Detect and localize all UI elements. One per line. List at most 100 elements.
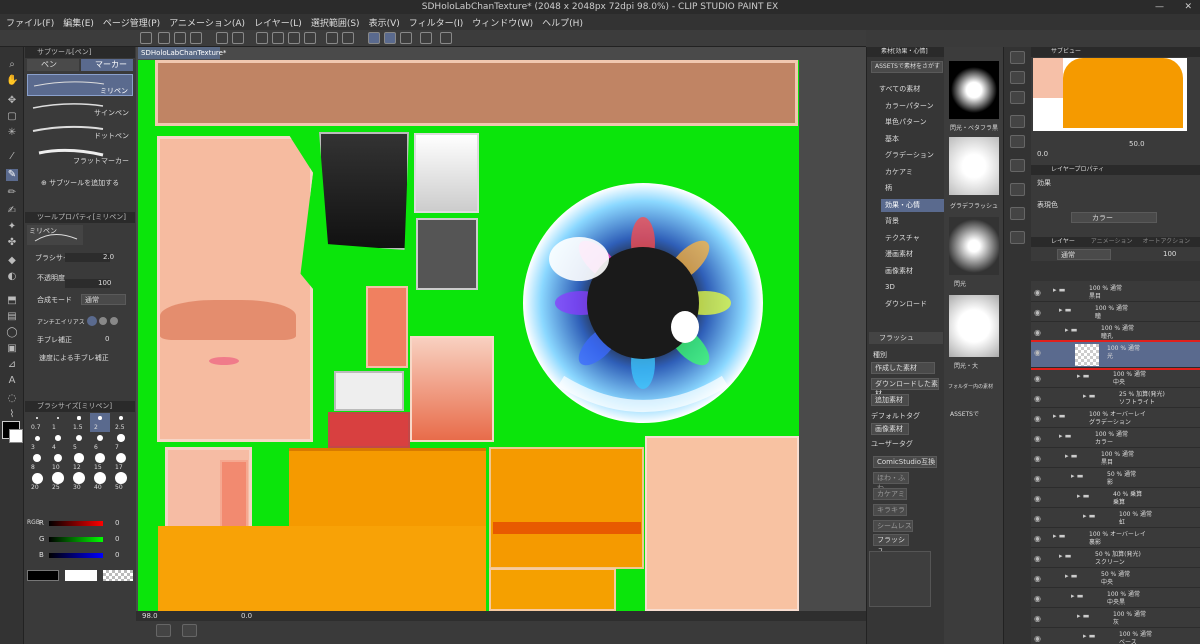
brush-size-option[interactable]: 25 <box>48 472 68 492</box>
layer-row[interactable]: ◉ 50 % 通常 中央 ▸ ▬ <box>1031 568 1200 588</box>
brush-size-option[interactable]: 2 <box>90 413 110 432</box>
minimize-icon[interactable]: — <box>1155 0 1164 14</box>
g-slider[interactable] <box>49 537 103 542</box>
settings-icon[interactable] <box>440 32 452 44</box>
user-tag-flash[interactable]: フラッシュ <box>873 534 909 554</box>
pencil-tool-icon[interactable]: ✏ <box>6 187 18 199</box>
brush-size-option[interactable]: 12 <box>69 453 89 472</box>
user-tag-kakeami[interactable]: カケアミ <box>873 488 907 500</box>
subtool-item-flatmarker[interactable]: フラットマーカー <box>27 143 133 167</box>
expression-color-select[interactable]: カラー <box>1071 212 1157 223</box>
material-tree-item[interactable]: カケアミ <box>881 166 945 179</box>
angle-value[interactable]: 0.0 <box>241 611 252 621</box>
user-tag-comicstudio[interactable]: ComicStudio互換 <box>873 456 937 468</box>
antialias-option[interactable] <box>99 317 107 325</box>
brush-tool-icon[interactable]: ✍ <box>6 205 18 217</box>
navigator-icon[interactable] <box>1010 51 1025 64</box>
texture-canvas[interactable] <box>138 60 799 611</box>
eraser-tool-icon[interactable]: ◆ <box>6 255 18 267</box>
eye-icon[interactable]: ◉ <box>1034 634 1041 643</box>
material-tree-item[interactable]: 背景 <box>881 215 945 228</box>
blend-mode-select[interactable]: 通常 <box>81 294 126 305</box>
brush-size-option[interactable]: 1 <box>48 413 68 432</box>
eye-icon[interactable]: ◉ <box>1034 534 1041 543</box>
zoom-tool-icon[interactable]: ⌕ <box>6 59 18 71</box>
invert-icon[interactable] <box>342 32 354 44</box>
material-tree-item[interactable]: 基本 <box>881 133 945 146</box>
layer-blend-select[interactable]: 通常 <box>1057 249 1111 260</box>
layer-row[interactable]: ◉ 100 % 通常灰 ▸ ▬ <box>1031 608 1200 628</box>
brush-size-option[interactable]: 10 <box>48 453 68 472</box>
tab-marker[interactable]: マーカー <box>81 59 133 71</box>
fill-icon[interactable] <box>288 32 300 44</box>
b-value[interactable]: 0 <box>115 551 119 559</box>
g-value[interactable]: 0 <box>115 535 119 543</box>
material-tree-item[interactable]: 柄 <box>881 182 945 195</box>
user-tag-seamless[interactable]: シームレス <box>873 520 913 532</box>
close-icon[interactable]: ✕ <box>1184 0 1192 14</box>
layer-row[interactable]: ◉ 100 % 通常 黒目 ▸ ▬ <box>1031 282 1200 302</box>
material-tree-item[interactable]: 3D <box>881 281 945 294</box>
new-icon[interactable] <box>158 32 170 44</box>
home-icon[interactable] <box>140 32 152 44</box>
type-downloaded-button[interactable]: ダウンロードした素材 <box>871 378 939 398</box>
auto-action-icon[interactable] <box>1010 135 1025 148</box>
hand-tool-icon[interactable]: ✋ <box>6 75 18 87</box>
menu-view[interactable]: 表示(V) <box>369 16 400 29</box>
material-tree-item[interactable]: 漫画素材 <box>881 248 945 261</box>
speed-stabilization-label[interactable]: 速度による手ブレ補正 <box>39 353 109 363</box>
deselect-icon[interactable] <box>326 32 338 44</box>
assets-search-button[interactable]: ASSETSで素材をさがす <box>871 61 943 73</box>
layer-row[interactable]: ◉ 100 % 通常瞳 ▸ ▬ <box>1031 302 1200 322</box>
brush-size-option[interactable]: 15 <box>90 453 110 472</box>
menu-layer[interactable]: レイヤー(L) <box>254 16 302 29</box>
material-tree-item[interactable]: テクスチャ <box>881 232 945 245</box>
color-history-transparent[interactable] <box>103 570 133 581</box>
r-value[interactable]: 0 <box>115 519 119 527</box>
menu-filter[interactable]: フィルター(I) <box>409 16 464 29</box>
thumb-gradient-flash[interactable] <box>949 137 999 195</box>
brush-size-option[interactable]: 30 <box>69 472 89 492</box>
select-all-icon[interactable] <box>304 32 316 44</box>
opacity-value[interactable]: 100 <box>98 279 111 287</box>
eye-icon[interactable]: ◉ <box>1034 288 1041 297</box>
tag-search-field[interactable]: フラッシュ <box>869 332 943 344</box>
layer-row[interactable]: ◉ 100 % 通常 ベース ▸ ▬ <box>1031 628 1200 644</box>
clear-icon[interactable] <box>256 32 268 44</box>
subview-zoom[interactable]: 50.0 <box>1129 140 1145 148</box>
tab-layer[interactable]: レイヤー <box>1051 238 1075 245</box>
brush-size-option[interactable]: 4 <box>48 433 68 452</box>
user-tag-kirakira[interactable]: キラキラ <box>873 504 907 516</box>
material-tree-item[interactable]: すべての素材 <box>875 83 945 96</box>
brush-size-option[interactable]: 7 <box>111 433 131 452</box>
layer-opacity-value[interactable]: 100 <box>1163 250 1176 258</box>
eye-icon[interactable]: ◉ <box>1034 308 1041 317</box>
brush-size-option[interactable]: 8 <box>27 453 47 472</box>
b-slider[interactable] <box>49 553 103 558</box>
antialias-option[interactable] <box>110 317 118 325</box>
brush-size-value[interactable]: 2.0 <box>103 253 114 261</box>
menu-edit[interactable]: 編集(E) <box>63 16 94 29</box>
frame-icon[interactable] <box>156 624 171 637</box>
airbrush-tool-icon[interactable]: ✦ <box>6 221 18 233</box>
page-icon[interactable] <box>182 624 197 637</box>
layer-search-icon[interactable] <box>1010 183 1025 196</box>
blend-tool-icon[interactable]: ◐ <box>6 271 18 283</box>
layer-row[interactable]: ◉ 40 % 乗算 乗算 ▸ ▬ <box>1031 488 1200 508</box>
brush-size-option[interactable]: 50 <box>111 472 131 492</box>
history-icon[interactable] <box>1010 115 1025 128</box>
eye-icon[interactable]: ◉ <box>1034 374 1041 383</box>
r-slider[interactable] <box>49 521 103 526</box>
material-tree-item[interactable]: 効果・心情 <box>881 198 945 212</box>
subtool-item-dotpen[interactable]: ドットペン <box>27 120 133 142</box>
material-tree-item[interactable]: 単色パターン <box>881 116 945 129</box>
eye-icon[interactable]: ◉ <box>1034 328 1041 337</box>
eye-icon[interactable]: ◉ <box>1034 434 1041 443</box>
brush-size-option[interactable]: 1.5 <box>69 413 89 432</box>
subtool-item-millipen[interactable]: ミリペン <box>27 74 133 96</box>
layer-row[interactable]: ◉ 25 % 加算(発光) ソフトライト ▸ ▬ <box>1031 388 1200 408</box>
brush-size-option[interactable]: 6 <box>90 433 110 452</box>
snap-grid-icon[interactable] <box>400 32 412 44</box>
eye-icon[interactable]: ◉ <box>1034 474 1041 483</box>
brush-size-option[interactable]: 5 <box>69 433 89 452</box>
